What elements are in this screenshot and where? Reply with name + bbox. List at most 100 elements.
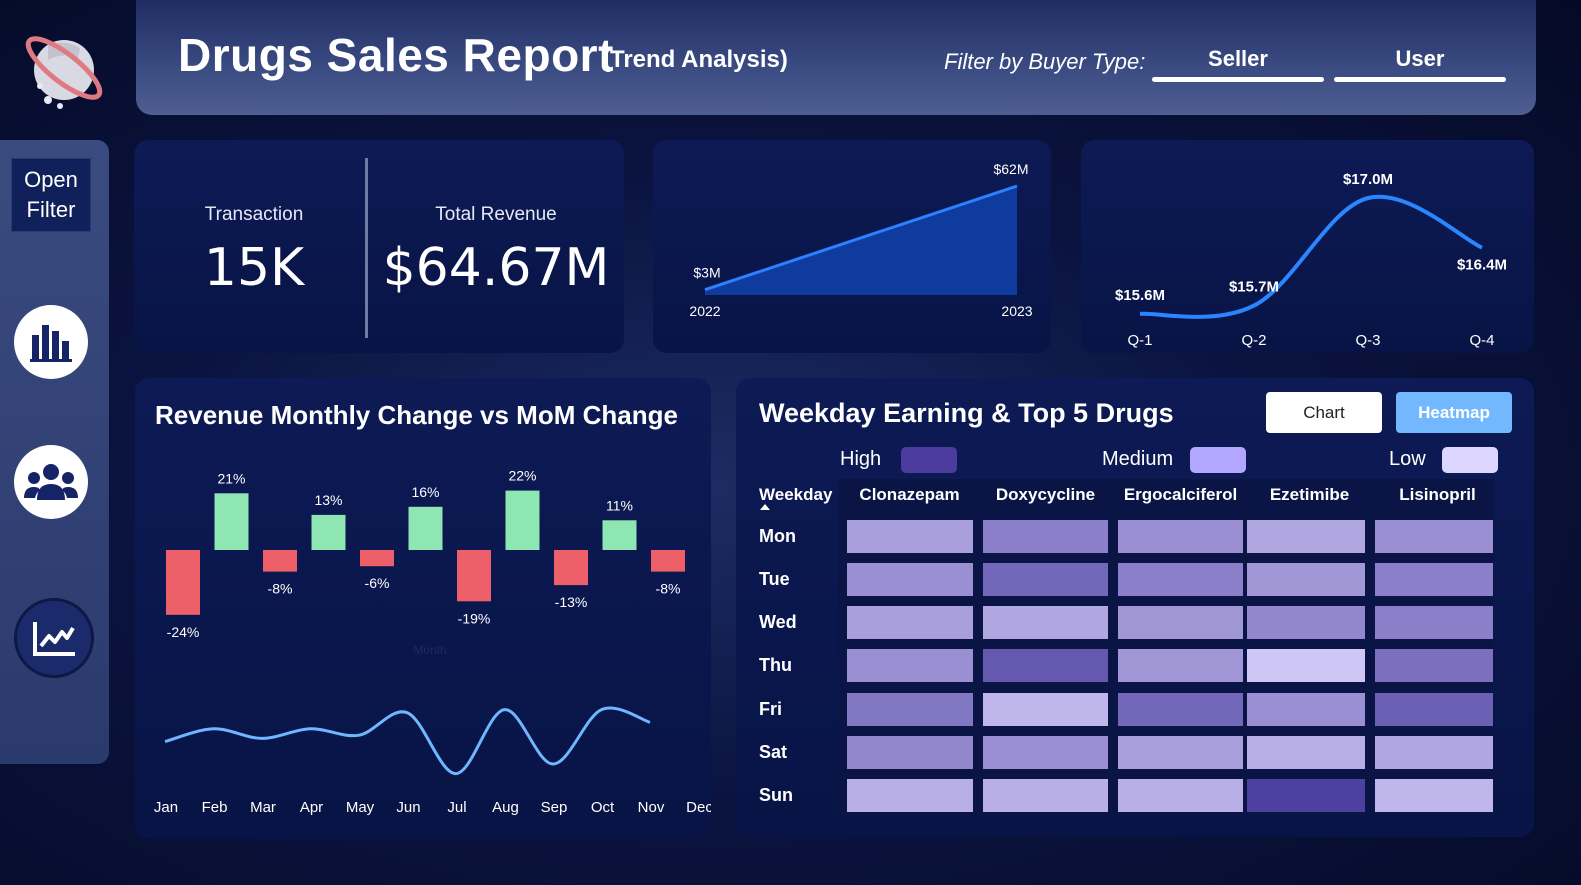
heatmap-cell[interactable] (1375, 736, 1493, 769)
heatmap-cell[interactable] (1118, 563, 1243, 596)
heatmap-cell[interactable] (847, 736, 973, 769)
heatmap-column-ezetimibe[interactable]: Ezetimibe (1247, 485, 1372, 505)
heatmap-cell[interactable] (1118, 736, 1243, 769)
filter-user-button[interactable]: User (1334, 38, 1506, 82)
heatmap-cell[interactable] (1118, 779, 1243, 812)
monthly-change-bar (360, 550, 394, 567)
quarterly-data-label: $15.7M (1229, 279, 1279, 296)
heatmap-cell[interactable] (847, 779, 973, 812)
heatmap-row-wed: Wed (759, 612, 797, 632)
quarterly-x-tick: Q-3 (1355, 332, 1380, 349)
kpi-card: Transaction 15K Total Revenue $64.67M (134, 140, 624, 353)
report-header: Drugs Sales Report (Trend Analysis) Filt… (136, 0, 1536, 115)
heatmap-column-lisinopril[interactable]: Lisinopril (1375, 485, 1500, 505)
kpi-divider (365, 158, 368, 338)
month-x-tick: Jul (447, 799, 466, 816)
heatmap-cell[interactable] (1375, 563, 1493, 596)
month-x-tick: Aug (492, 799, 519, 816)
month-x-tick: Apr (300, 799, 323, 816)
transaction-label: Transaction (204, 204, 304, 225)
monthly-change-label: -6% (365, 575, 390, 591)
heatmap-cell[interactable] (1118, 606, 1243, 639)
heatmap-cell[interactable] (983, 693, 1108, 726)
monthly-change-label: -8% (656, 581, 681, 597)
heatmap-column-doxycycline[interactable]: Doxycycline (983, 485, 1108, 505)
heatmap-row-sat: Sat (759, 742, 788, 762)
month-x-tick: Feb (202, 799, 228, 816)
quarterly-x-tick: Q-4 (1469, 332, 1494, 349)
planet-logo-icon (18, 18, 110, 114)
monthly-change-bar (263, 550, 297, 572)
heatmap-column-clonazepam[interactable]: Clonazepam (847, 485, 972, 505)
heatmap-cell[interactable] (1118, 693, 1243, 726)
month-x-tick: Sep (541, 799, 568, 816)
heatmap-cell[interactable] (847, 520, 973, 553)
quarterly-x-tick: Q-2 (1241, 332, 1266, 349)
monthly-change-label: -13% (555, 594, 588, 610)
quarterly-line (1139, 194, 1483, 319)
monthly-change-bar (214, 493, 249, 550)
heatmap-cell[interactable] (1375, 520, 1493, 553)
heatmap-cell[interactable] (847, 563, 973, 596)
heatmap-row-tue: Tue (759, 569, 790, 589)
yearly-revenue-svg: $3M $62M 2022 2023 (689, 161, 1032, 319)
heatmap-cell[interactable] (983, 736, 1108, 769)
month-x-tick: Jun (396, 799, 420, 816)
heatmap-row-fri: Fri (759, 699, 783, 719)
quarterly-revenue-svg: $15.6M $15.7M $17.0M $16.4M Q-1 Q-2 Q-3 Q-4 (1115, 171, 1507, 349)
heatmap-cell[interactable] (847, 649, 973, 682)
heatmap-cell[interactable] (983, 649, 1108, 682)
heatmap-cell[interactable] (1247, 606, 1365, 639)
open-filter-line-1: Open (24, 167, 78, 192)
quarterly-x-tick: Q-1 (1127, 332, 1152, 349)
open-filter-button[interactable]: Open Filter (11, 158, 91, 232)
heatmap-cell[interactable] (983, 563, 1108, 596)
heatmap-grid: Clonazepam Doxycycline Ergocalciferol Ezeti… (736, 378, 1534, 837)
monthly-change-bar (505, 490, 540, 550)
heatmap-cell[interactable] (847, 606, 973, 639)
heatmap-cell[interactable] (1247, 779, 1365, 812)
buyer-type-filter-label: Filter by Buyer Type: (944, 49, 1146, 74)
heatmap-cell[interactable] (1247, 563, 1365, 596)
revenue-label: Total Revenue (435, 204, 557, 225)
page-title: Drugs Sales Report (178, 29, 614, 81)
heatmap-cell[interactable] (1247, 649, 1365, 682)
monthly-change-label: -24% (167, 624, 200, 640)
trend-line-icon[interactable] (14, 598, 94, 678)
heatmap-cell[interactable] (983, 520, 1108, 553)
monthly-change-label: 22% (508, 468, 536, 484)
month-x-tick: May (346, 799, 375, 816)
heatmap-cell[interactable] (1247, 736, 1365, 769)
monthly-change-label: -8% (268, 581, 293, 597)
monthly-change-bar (166, 550, 200, 615)
heatmap-cell[interactable] (1375, 693, 1493, 726)
sidebar: Open Filter (0, 140, 109, 764)
quarterly-data-label: $16.4M (1457, 257, 1507, 274)
heatmap-cell[interactable] (1375, 779, 1493, 812)
monthly-change-bar (311, 514, 346, 550)
heatmap-cell[interactable] (983, 779, 1108, 812)
users-group-icon[interactable] (14, 445, 88, 519)
transaction-value: 15K (203, 238, 305, 298)
heatmap-cell[interactable] (1375, 606, 1493, 639)
month-x-tick: Dec (686, 799, 711, 816)
monthly-change-bar (408, 506, 443, 550)
heatmap-card: Weekday Earning & Top 5 Drugs Chart Heat… (736, 378, 1534, 837)
heatmap-cell[interactable] (1118, 520, 1243, 553)
heatmap-cell[interactable] (983, 606, 1108, 639)
heatmap-cell[interactable] (1247, 520, 1365, 553)
monthly-change-label: 16% (411, 484, 439, 500)
heatmap-column-ergocalciferol[interactable]: Ergocalciferol (1118, 485, 1243, 505)
heatmap-row-sun: Sun (759, 785, 793, 805)
month-x-tick: Oct (591, 799, 615, 816)
heatmap-cell[interactable] (847, 693, 973, 726)
heatmap-cell[interactable] (1247, 693, 1365, 726)
monthly-change-label: -19% (458, 610, 491, 626)
bar-chart-icon[interactable] (14, 305, 88, 379)
month-x-tick: Nov (638, 799, 665, 816)
heatmap-cell[interactable] (1118, 649, 1243, 682)
heatmap-cell[interactable] (1375, 649, 1493, 682)
monthly-change-bar (554, 550, 588, 586)
monthly-change-bar (457, 550, 491, 602)
filter-seller-button[interactable]: Seller (1152, 38, 1324, 82)
